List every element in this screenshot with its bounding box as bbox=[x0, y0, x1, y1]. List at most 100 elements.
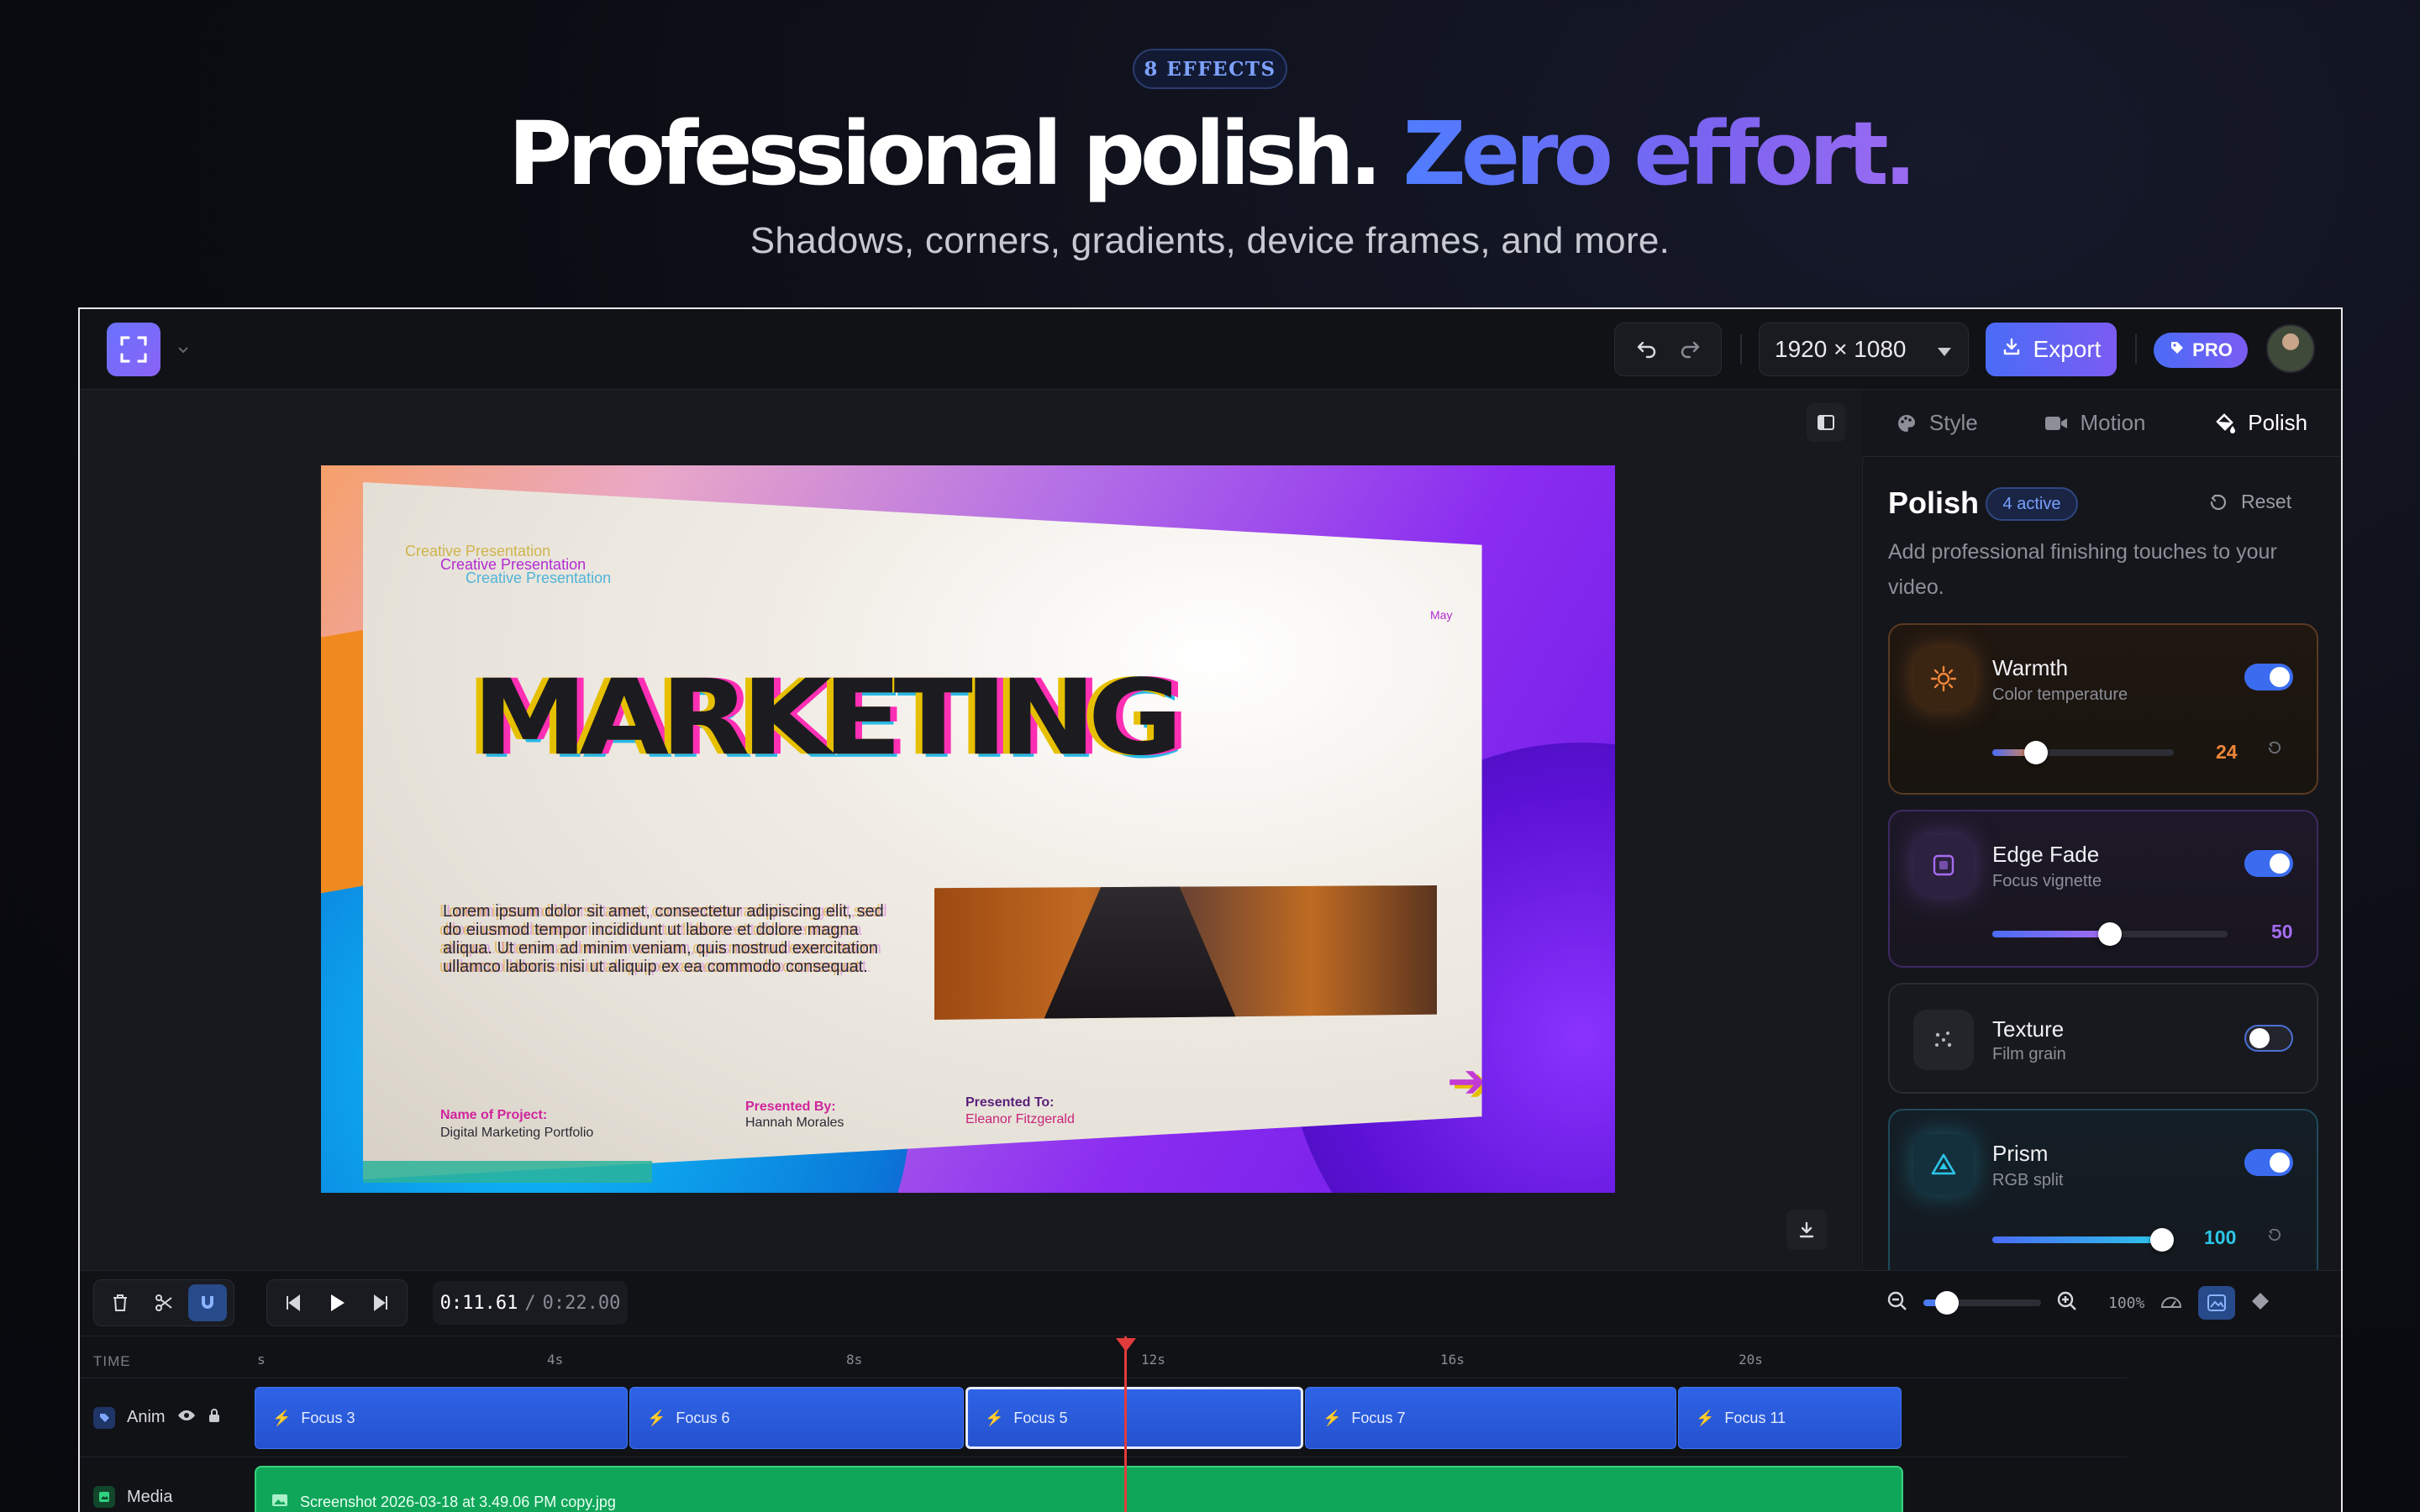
lightning-icon: ⚡ bbox=[1696, 1409, 1715, 1426]
lightning-icon: ⚡ bbox=[647, 1409, 666, 1426]
timeline: 0:11.61 / 0:22.00 100% TIME s 4s 8s 12s … bbox=[80, 1270, 2341, 1512]
prism-toggle[interactable] bbox=[2244, 1149, 2293, 1176]
track-label: Media bbox=[127, 1487, 173, 1506]
anim-track-icon bbox=[93, 1406, 115, 1429]
effect-card-texture: Texture Film grain bbox=[1888, 983, 2318, 1094]
download-frame-button[interactable] bbox=[1786, 1210, 1827, 1250]
skip-back-icon[interactable] bbox=[274, 1284, 313, 1321]
hero-subtitle: Shadows, corners, gradients, device fram… bbox=[750, 220, 1670, 261]
palette-icon bbox=[1897, 414, 1915, 432]
warmth-value: 24 bbox=[2216, 741, 2238, 763]
project-label: Name of Project: bbox=[440, 1108, 548, 1122]
total-time: 0:22.00 bbox=[542, 1292, 621, 1314]
sidebar-icon bbox=[1818, 415, 1834, 430]
edge-fade-toggle[interactable] bbox=[2244, 850, 2293, 877]
undo-icon[interactable] bbox=[1635, 336, 1659, 364]
media-clip[interactable]: Screenshot 2026-03-18 at 3.49.06 PM copy… bbox=[255, 1466, 1903, 1512]
anim-clip[interactable]: ⚡ Focus 7 bbox=[1305, 1387, 1676, 1449]
skip-forward-icon[interactable] bbox=[361, 1284, 400, 1321]
headline-accent: Zero effort. bbox=[1402, 102, 1917, 205]
timecode-display: 0:11.61 / 0:22.00 bbox=[433, 1281, 628, 1325]
top-toolbar: 1920 × 1080 Export PRO bbox=[80, 309, 2341, 390]
clip-label: Focus 11 bbox=[1724, 1409, 1786, 1426]
zoom-out-icon[interactable] bbox=[1886, 1290, 1908, 1316]
slide-headline: MARKETING bbox=[472, 657, 1183, 779]
reset-icon[interactable] bbox=[2266, 739, 2283, 760]
pro-badge[interactable]: PRO bbox=[2154, 333, 2248, 368]
media-track-icon bbox=[93, 1486, 115, 1508]
effect-note: RGB split bbox=[1992, 1171, 2064, 1189]
slide-month: May bbox=[1430, 608, 1453, 622]
effect-note: Color temperature bbox=[1992, 685, 2128, 704]
slide-accent-strip bbox=[363, 1161, 652, 1183]
slider-knob[interactable] bbox=[2023, 741, 2048, 764]
timeline-toolbar: 0:11.61 / 0:22.00 100% bbox=[80, 1271, 2341, 1336]
magnet-icon[interactable] bbox=[188, 1284, 227, 1321]
tab-motion-label: Motion bbox=[2080, 410, 2146, 435]
export-label: Export bbox=[2033, 336, 2102, 362]
chevron-down-icon[interactable] bbox=[177, 341, 192, 356]
slider-knob[interactable] bbox=[2150, 1228, 2174, 1252]
resolution-select[interactable]: 1920 × 1080 bbox=[1759, 323, 1969, 376]
effect-name: Edge Fade bbox=[1992, 842, 2100, 867]
ruler-tick-label: s bbox=[257, 1352, 266, 1368]
video-preview[interactable]: Creative Presentation Creative Presentat… bbox=[321, 465, 1615, 1193]
slider-knob[interactable] bbox=[1935, 1291, 1959, 1315]
panel-toggle-button[interactable] bbox=[1807, 403, 1845, 442]
trash-icon[interactable] bbox=[101, 1284, 139, 1321]
effect-card-edge-fade: Edge Fade Focus vignette 50 bbox=[1888, 810, 2318, 968]
anim-clip[interactable]: ⚡ Focus 6 bbox=[629, 1387, 964, 1449]
anim-track: Anim ⚡ Focus 3 ⚡ Focus 6 ⚡ Focus 5 ⚡ Focus 7… bbox=[80, 1378, 2128, 1457]
user-avatar[interactable] bbox=[2266, 324, 2315, 373]
fullscreen-icon bbox=[120, 336, 147, 363]
image-file-icon bbox=[271, 1494, 288, 1511]
anim-clip[interactable]: ⚡ Focus 3 bbox=[255, 1387, 628, 1449]
eye-icon[interactable] bbox=[177, 1408, 196, 1427]
edge-fade-slider[interactable] bbox=[1992, 922, 2228, 946]
redo-icon[interactable] bbox=[1678, 336, 1702, 364]
edit-tools-group bbox=[93, 1279, 234, 1326]
zoom-slider[interactable] bbox=[1923, 1291, 2041, 1315]
image-frame-icon[interactable] bbox=[2198, 1286, 2236, 1320]
lock-icon[interactable] bbox=[208, 1408, 221, 1428]
effects-count-badge: 8 EFFECTS bbox=[1133, 49, 1287, 89]
reset-button[interactable]: Reset bbox=[2207, 491, 2291, 513]
slide-photo bbox=[934, 885, 1437, 1020]
tab-polish[interactable]: Polish bbox=[2212, 410, 2307, 436]
warmth-toggle[interactable] bbox=[2244, 664, 2293, 690]
prism-slider[interactable] bbox=[1992, 1228, 2174, 1252]
speedometer-icon[interactable] bbox=[2160, 1292, 2183, 1315]
diamond-keyframe-icon[interactable] bbox=[2250, 1291, 2270, 1315]
edge-fade-value: 50 bbox=[2271, 921, 2293, 942]
polish-panel: Polish 4 active Reset Add professional f… bbox=[1862, 457, 2341, 1270]
zoom-in-icon[interactable] bbox=[2056, 1290, 2078, 1316]
time-ruler: TIME s 4s 8s 12s 16s 20s bbox=[80, 1336, 2128, 1378]
playhead[interactable] bbox=[1124, 1336, 1127, 1512]
ruler-tick-label: 4s bbox=[547, 1352, 564, 1368]
play-icon[interactable] bbox=[318, 1284, 356, 1321]
app-logo-button[interactable] bbox=[107, 323, 160, 376]
slider-knob[interactable] bbox=[2098, 922, 2122, 946]
scissors-icon[interactable] bbox=[145, 1284, 183, 1321]
sun-icon bbox=[1913, 648, 1974, 709]
panel-description: Add professional finishing touches to yo… bbox=[1888, 540, 2277, 599]
effect-card-warmth: Warmth Color temperature 24 bbox=[1888, 623, 2318, 795]
anim-clip-selected[interactable]: ⚡ Focus 5 bbox=[965, 1387, 1303, 1449]
effect-note: Focus vignette bbox=[1992, 872, 2102, 890]
warmth-slider[interactable] bbox=[1992, 741, 2174, 764]
tab-style[interactable]: Style bbox=[1896, 410, 1978, 436]
texture-toggle[interactable] bbox=[2244, 1025, 2293, 1052]
reset-icon bbox=[2210, 494, 2227, 510]
anim-clip[interactable]: ⚡ Focus 11 bbox=[1678, 1387, 1902, 1449]
presented-by-value: Hannah Morales bbox=[745, 1116, 844, 1130]
time-separator: / bbox=[524, 1292, 536, 1314]
presented-to-label: Presented To: bbox=[965, 1095, 1055, 1110]
reset-icon[interactable] bbox=[2266, 1226, 2283, 1247]
tab-motion[interactable]: Motion bbox=[2044, 410, 2146, 436]
zoom-percentage: 100% bbox=[2108, 1294, 2145, 1312]
triangle-prism-icon bbox=[1913, 1134, 1974, 1194]
video-camera-icon bbox=[2045, 416, 2068, 430]
playhead-handle[interactable] bbox=[1116, 1338, 1136, 1352]
editor-window: 1920 × 1080 Export PRO Creative Presenta… bbox=[78, 307, 2343, 1512]
export-button[interactable]: Export bbox=[1986, 323, 2117, 376]
